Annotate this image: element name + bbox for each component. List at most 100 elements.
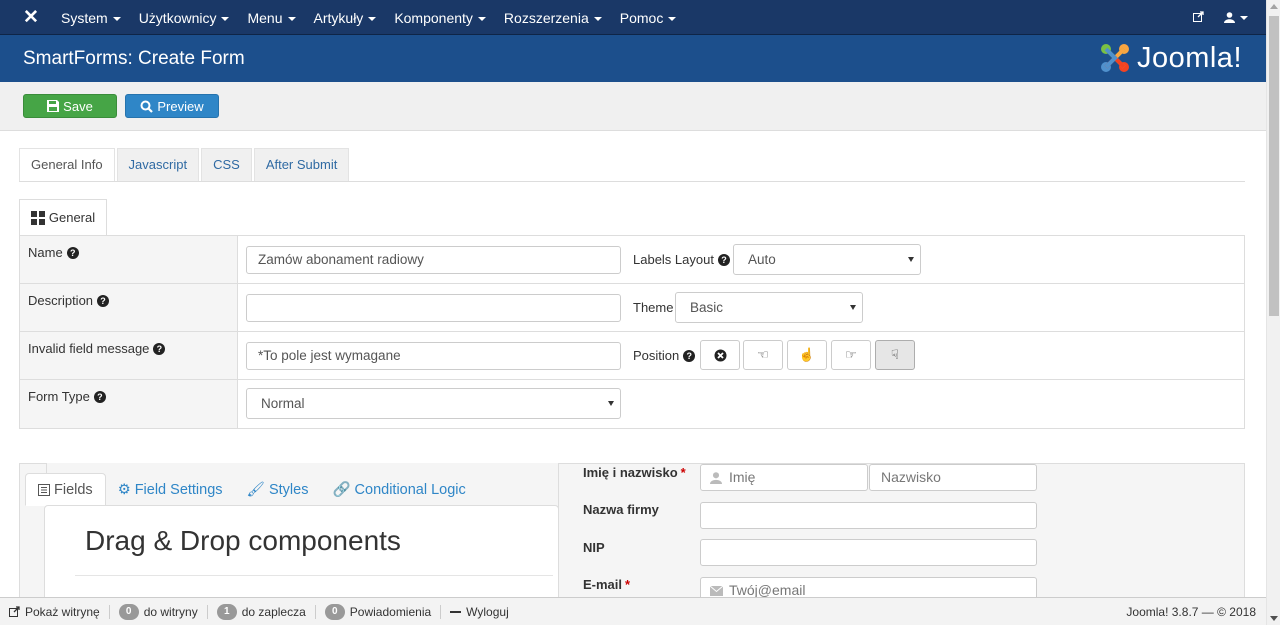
theme-select[interactable]: Basic xyxy=(675,292,863,323)
external-link-icon xyxy=(9,606,20,617)
save-button[interactable]: Save xyxy=(23,94,117,118)
labels-layout-select[interactable]: Auto xyxy=(733,244,921,275)
tab-general[interactable]: General xyxy=(19,199,107,235)
first-name-input[interactable]: Imię xyxy=(700,464,868,491)
user-icon xyxy=(1224,12,1235,23)
help-icon[interactable]: ? xyxy=(97,295,110,307)
caret-down-icon xyxy=(112,16,121,21)
joomla-logo-icon xyxy=(1100,44,1129,72)
position-none-button[interactable] xyxy=(700,340,740,370)
menu-menus[interactable]: Menu xyxy=(238,10,304,26)
caret-down-icon xyxy=(221,16,230,21)
position-right-button[interactable]: ☞ xyxy=(831,340,871,370)
admin-top-nav: ✕ System Użytkownicy Menu Artykuły Kompo… xyxy=(0,0,1266,35)
help-icon[interactable]: ? xyxy=(717,254,730,266)
form-row-name: Name? Zamów abonament radiowy Labels Lay… xyxy=(20,236,1244,284)
menu-users[interactable]: Użytkownicy xyxy=(130,10,239,26)
help-icon[interactable]: ? xyxy=(93,391,106,403)
grid-icon xyxy=(30,210,45,225)
form-type-select[interactable]: Normal xyxy=(246,388,621,419)
preview-email-label: E-mail * xyxy=(583,577,631,592)
preview-button[interactable]: Preview xyxy=(125,94,219,118)
tabs-divider xyxy=(19,181,1245,182)
nip-input[interactable] xyxy=(700,539,1037,566)
menu-system[interactable]: System xyxy=(52,10,130,26)
hand-up-icon: ☝ xyxy=(798,347,816,362)
scroll-down-icon[interactable] xyxy=(1270,616,1278,621)
hand-right-icon: ☞ xyxy=(845,347,857,362)
preview-company-label: Nazwa firmy xyxy=(583,502,659,517)
position-top-button[interactable]: ☝ xyxy=(787,340,827,370)
tab-fields[interactable]: Fields xyxy=(25,473,106,506)
joomla-brand: Joomla! xyxy=(1136,41,1242,74)
menu-components[interactable]: Komponenty xyxy=(385,10,495,26)
notifications[interactable]: 0 Powiadomienia xyxy=(316,603,442,620)
topnav-right xyxy=(1193,0,1248,35)
hand-left-icon: ☜ xyxy=(757,347,769,362)
main-tabs: General Info Javascript CSS After Submit xyxy=(19,148,351,182)
tab-conditional-logic[interactable]: 🔗 Conditional Logic xyxy=(320,473,477,506)
admin-users[interactable]: 1 do zaplecza xyxy=(208,603,316,620)
page-scrollbar[interactable] xyxy=(1266,0,1280,625)
menu-help[interactable]: Pomoc xyxy=(611,10,686,26)
caret-down-icon xyxy=(368,16,377,21)
position-left-button[interactable]: ☜ xyxy=(743,340,783,370)
logout-link[interactable]: Wyloguj xyxy=(441,605,518,619)
caret-down-icon xyxy=(668,16,677,21)
tab-styles[interactable]: 🖌 Styles xyxy=(235,473,321,506)
scroll-thumb[interactable] xyxy=(1269,16,1279,316)
count-badge: 0 xyxy=(324,603,345,620)
name-input[interactable]: Zamów abonament radiowy xyxy=(246,246,621,274)
required-mark: * xyxy=(625,577,631,592)
drag-drop-panel: Drag & Drop components xyxy=(44,505,559,605)
count-badge: 1 xyxy=(216,603,237,620)
help-icon[interactable]: ? xyxy=(66,247,79,259)
position-bottom-button[interactable]: ☟ xyxy=(875,340,915,370)
view-site-link[interactable]: Pokaż witrynę xyxy=(0,604,110,619)
menu-articles[interactable]: Artykuły xyxy=(305,10,386,26)
caret-down-icon xyxy=(593,16,602,21)
gear-icon: ⚙ xyxy=(117,481,131,498)
drag-drop-heading: Drag & Drop components xyxy=(85,525,401,556)
status-bar: Pokaż witrynę 0 do witryny 1 do zaplecza… xyxy=(0,597,1266,625)
page-header: SmartForms: Create Form Joomla! xyxy=(0,35,1266,82)
user-icon xyxy=(710,472,722,484)
count-badge: 0 xyxy=(118,603,139,620)
tab-general-info[interactable]: General Info xyxy=(19,148,115,182)
caret-down-icon xyxy=(1240,15,1248,20)
joomla-icon[interactable]: ✕ xyxy=(20,7,42,29)
external-link-icon[interactable] xyxy=(1193,10,1204,25)
user-menu[interactable] xyxy=(1224,12,1248,23)
company-input[interactable] xyxy=(700,502,1037,529)
form-type-label: Form Type? xyxy=(20,380,238,428)
toolbar: Save Preview xyxy=(0,82,1266,131)
tab-javascript[interactable]: Javascript xyxy=(116,148,200,182)
invalid-message-input[interactable]: *To pole jest wymagane xyxy=(246,342,621,370)
caret-down-icon xyxy=(287,16,296,21)
preview-name-label: Imię i nazwisko * xyxy=(583,465,686,480)
search-icon xyxy=(140,100,154,113)
menu-extensions[interactable]: Rozszerzenia xyxy=(495,10,611,26)
tab-after-submit[interactable]: After Submit xyxy=(253,148,350,182)
help-icon[interactable]: ? xyxy=(683,350,696,362)
version-info: Joomla! 3.8.7 — © 2018 xyxy=(1126,605,1256,619)
minus-icon xyxy=(450,610,462,613)
help-icon[interactable]: ? xyxy=(153,343,166,355)
general-form: Name? Zamów abonament radiowy Labels Lay… xyxy=(19,235,1245,429)
required-mark: * xyxy=(680,465,686,480)
preview-nip-label: NIP xyxy=(583,540,605,555)
description-input[interactable] xyxy=(246,294,621,322)
dropdown-arrow-icon xyxy=(850,305,856,310)
page-title: SmartForms: Create Form xyxy=(23,48,245,69)
form-row-invalid: Invalid field message? *To pole jest wym… xyxy=(20,332,1244,380)
form-row-description: Description? Theme Basic xyxy=(20,284,1244,332)
labels-layout-label: Labels Layout? xyxy=(633,252,730,267)
tab-field-settings[interactable]: ⚙ Field Settings xyxy=(106,473,235,506)
envelope-icon xyxy=(710,586,723,596)
dropdown-arrow-icon xyxy=(608,401,614,406)
tab-css[interactable]: CSS xyxy=(201,148,252,182)
link-icon: 🔗 xyxy=(332,482,351,498)
scroll-up-icon[interactable] xyxy=(1270,4,1278,9)
site-visitors[interactable]: 0 do witryny xyxy=(110,603,208,620)
last-name-input[interactable]: Nazwisko xyxy=(869,464,1037,491)
